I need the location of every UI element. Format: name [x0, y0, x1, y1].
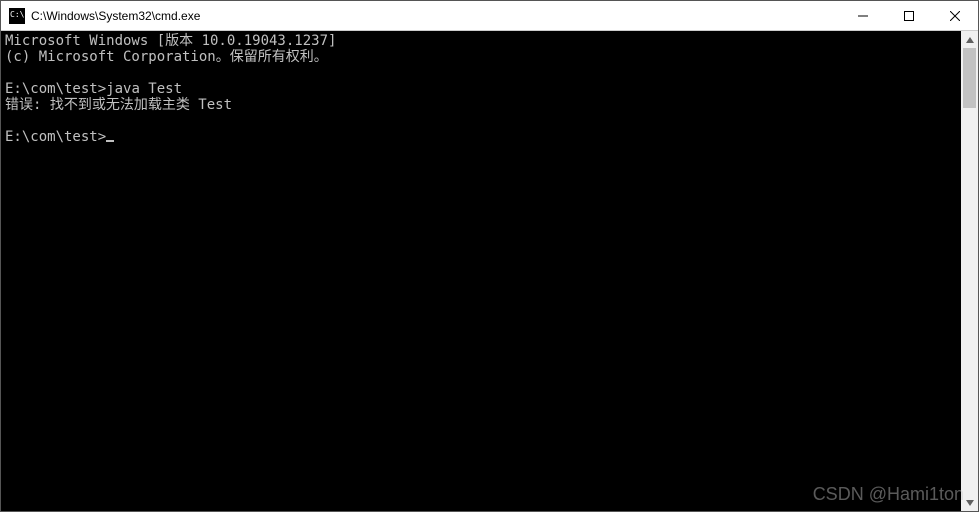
cmd-icon [9, 8, 25, 24]
prompt-command: java Test [106, 81, 182, 97]
title-bar[interactable]: C:\Windows\System32\cmd.exe [1, 1, 978, 31]
minimize-button[interactable] [840, 1, 886, 30]
maximize-icon [904, 11, 914, 21]
scroll-thumb[interactable] [963, 48, 976, 108]
close-icon [950, 11, 960, 21]
prompt-path: E:\com\test> [5, 81, 106, 97]
cursor [106, 140, 114, 142]
close-button[interactable] [932, 1, 978, 30]
chevron-down-icon [966, 499, 974, 507]
scroll-up-button[interactable] [961, 31, 978, 48]
maximize-button[interactable] [886, 1, 932, 30]
scroll-down-button[interactable] [961, 494, 978, 511]
prompt-path: E:\com\test> [5, 129, 106, 145]
client-area: Microsoft Windows [版本 10.0.19043.1237] (… [1, 31, 978, 511]
window-title: C:\Windows\System32\cmd.exe [31, 9, 200, 23]
vertical-scrollbar[interactable] [961, 31, 978, 511]
os-version-line: Microsoft Windows [版本 10.0.19043.1237] [5, 33, 336, 49]
cmd-window: C:\Windows\System32\cmd.exe Microsoft Wi… [0, 0, 979, 512]
chevron-up-icon [966, 36, 974, 44]
scroll-track[interactable] [961, 48, 978, 494]
copyright-line: (c) Microsoft Corporation。保留所有权利。 [5, 49, 328, 65]
error-line: 错误: 找不到或无法加载主类 Test [5, 97, 232, 113]
minimize-icon [858, 11, 868, 21]
terminal-output[interactable]: Microsoft Windows [版本 10.0.19043.1237] (… [1, 31, 961, 511]
